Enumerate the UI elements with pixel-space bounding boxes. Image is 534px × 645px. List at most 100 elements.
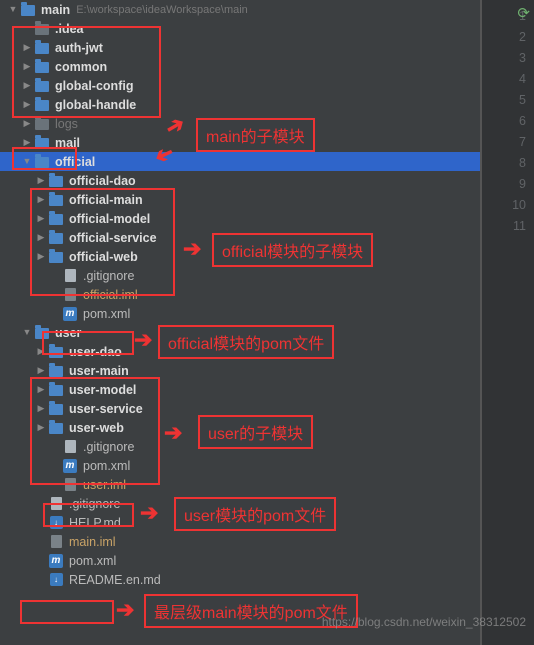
item-label: .gitignore [83, 269, 134, 283]
tree-item[interactable]: m pom.xml [0, 304, 480, 323]
item-label: .gitignore [83, 440, 134, 454]
tree-item[interactable]: ▶ global-config [0, 76, 480, 95]
item-label: pom.xml [69, 554, 116, 568]
project-tree[interactable]: ▼ main E:\workspace\ideaWorkspace\main .… [0, 0, 481, 645]
item-label: user-model [69, 383, 136, 397]
item-label: official-web [69, 250, 138, 264]
expand-icon[interactable]: ▼ [8, 4, 18, 14]
expand-icon[interactable]: ▶ [36, 365, 46, 376]
expand-icon[interactable]: ▶ [22, 80, 32, 91]
tree-item[interactable]: user.iml [0, 475, 480, 494]
watermark: https://blog.csdn.net/weixin_38312502 [322, 615, 526, 629]
module-icon [20, 2, 36, 18]
expand-icon[interactable]: ▼ [22, 327, 32, 337]
tree-item[interactable]: ▶ user-main [0, 361, 480, 380]
tree-item[interactable]: .idea [0, 19, 480, 38]
item-icon [62, 268, 78, 284]
item-label: pom.xml [83, 307, 130, 321]
expand-icon[interactable]: ▶ [36, 213, 46, 224]
item-icon: m [62, 458, 78, 474]
annotation-label: official模块的子模块 [212, 233, 373, 267]
item-icon [48, 496, 64, 512]
editor-gutter: 1234567891011 [481, 0, 534, 645]
item-label: official-main [69, 193, 143, 207]
item-icon [48, 363, 64, 379]
item-label: pom.xml [83, 459, 130, 473]
item-label: user [55, 326, 81, 340]
item-label: logs [55, 117, 78, 131]
item-icon [34, 154, 50, 170]
item-icon [34, 59, 50, 75]
tree-item[interactable]: main.iml [0, 532, 480, 551]
expand-icon[interactable]: ▶ [36, 175, 46, 186]
expand-icon[interactable]: ▼ [22, 156, 32, 166]
item-icon: m [62, 306, 78, 322]
item-label: user-dao [69, 345, 122, 359]
expand-icon[interactable]: ▶ [22, 99, 32, 110]
tree-item[interactable]: .gitignore [0, 266, 480, 285]
item-icon [34, 135, 50, 151]
line-number: 7 [482, 132, 526, 153]
item-label: .gitignore [69, 497, 120, 511]
item-label: user-service [69, 402, 143, 416]
tree-item[interactable]: ▶ official-model [0, 209, 480, 228]
item-icon [62, 287, 78, 303]
item-label: global-config [55, 79, 133, 93]
line-number: 3 [482, 48, 526, 69]
item-label: official-service [69, 231, 157, 245]
item-label: user-main [69, 364, 129, 378]
item-icon [34, 97, 50, 113]
tree-item[interactable]: ▶ user-model [0, 380, 480, 399]
expand-icon[interactable]: ▶ [36, 232, 46, 243]
tree-item[interactable]: official.iml [0, 285, 480, 304]
tree-item[interactable]: ▼official [0, 152, 480, 171]
expand-icon[interactable]: ▶ [36, 384, 46, 395]
sync-icon[interactable]: ⟳ [517, 4, 530, 22]
item-label: README.en.md [69, 573, 161, 587]
tree-root[interactable]: ▼ main E:\workspace\ideaWorkspace\main [0, 0, 480, 19]
expand-icon[interactable]: ▶ [36, 422, 46, 433]
expand-icon[interactable]: ▶ [36, 194, 46, 205]
item-icon: ↓ [48, 515, 64, 531]
item-icon [48, 211, 64, 227]
expand-icon[interactable]: ▶ [36, 251, 46, 262]
item-icon [34, 40, 50, 56]
item-label: mail [55, 136, 80, 150]
item-icon: m [48, 553, 64, 569]
tree-item[interactable]: ▶ official-dao [0, 171, 480, 190]
tree-item[interactable]: m pom.xml [0, 456, 480, 475]
item-label: common [55, 60, 107, 74]
expand-icon[interactable]: ▶ [22, 61, 32, 72]
line-number: 2 [482, 27, 526, 48]
item-icon [34, 325, 50, 341]
item-label: official-model [69, 212, 150, 226]
item-icon [48, 401, 64, 417]
line-number: 5 [482, 90, 526, 111]
expand-icon[interactable]: ▶ [36, 403, 46, 414]
item-icon [48, 192, 64, 208]
expand-icon[interactable]: ▶ [22, 42, 32, 53]
tree-item[interactable]: ↓README.en.md [0, 570, 480, 589]
tree-item[interactable]: m pom.xml [0, 551, 480, 570]
item-label: .idea [55, 22, 84, 36]
tree-item[interactable]: ▶ common [0, 57, 480, 76]
tree-item[interactable]: ▶global-handle [0, 95, 480, 114]
expand-icon[interactable]: ▶ [22, 118, 32, 129]
root-name: main [41, 3, 70, 17]
item-label: official.iml [83, 288, 138, 302]
tree-item[interactable]: ▶ official-main [0, 190, 480, 209]
item-icon [48, 382, 64, 398]
item-label: auth-jwt [55, 41, 103, 55]
item-icon [34, 78, 50, 94]
item-label: user-web [69, 421, 124, 435]
annotation-label: official模块的pom文件 [158, 325, 334, 359]
item-icon [34, 21, 50, 37]
tree-item[interactable]: ▶ auth-jwt [0, 38, 480, 57]
item-label: official-dao [69, 174, 136, 188]
line-number: 4 [482, 69, 526, 90]
expand-icon[interactable]: ▶ [36, 346, 46, 357]
expand-icon[interactable]: ▶ [22, 137, 32, 148]
item-icon [62, 477, 78, 493]
item-label: main.iml [69, 535, 116, 549]
line-number: 9 [482, 174, 526, 195]
